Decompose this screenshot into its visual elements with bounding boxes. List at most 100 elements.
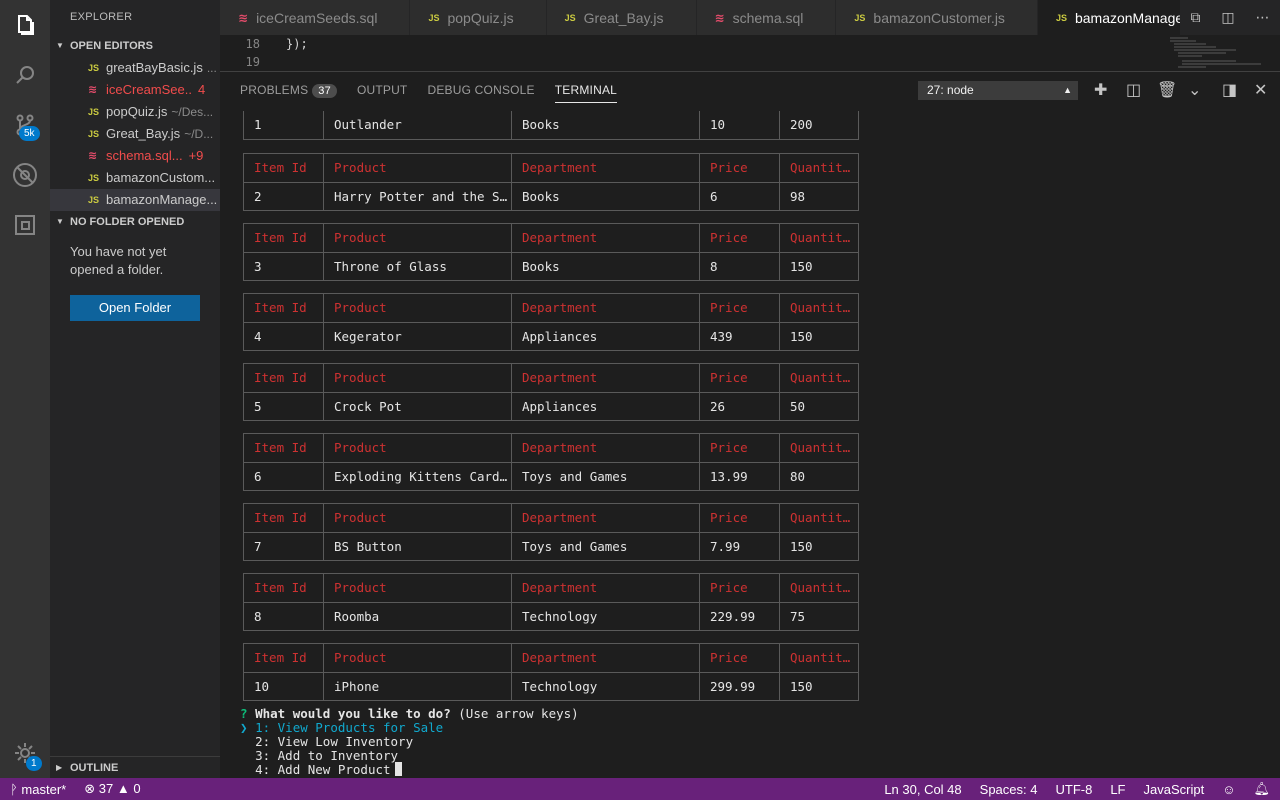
prompt-hint: (Use arrow keys) [458, 706, 579, 721]
table-cell: 5 [244, 393, 324, 421]
menu-option[interactable]: ❯ 1: View Products for Sale [240, 720, 443, 735]
menu-option-label: 1: View Products for Sale [255, 720, 444, 735]
git-branch-icon: ᚹ [10, 781, 22, 797]
open-editor-item[interactable]: ≋ iceCreamSee.. 4 [50, 79, 220, 101]
language-mode[interactable]: JavaScript [1144, 782, 1205, 797]
table-cell: 8 [700, 253, 780, 281]
line-number: 19 [245, 55, 260, 69]
open-editor-name: popQuiz.js [106, 104, 168, 119]
search-icon[interactable] [0, 50, 50, 100]
open-editor-path: ~/D... [184, 127, 214, 141]
table-header-cell: Product [324, 364, 512, 392]
editor-tab[interactable]: ≋ schema.sql [696, 0, 837, 35]
extensions-icon[interactable] [0, 200, 50, 250]
panel-tab[interactable]: OUTPUT [357, 72, 408, 108]
debug-icon[interactable] [0, 150, 50, 200]
open-editors-header[interactable]: ▼ OPEN EDITORS [50, 35, 220, 57]
js-file-icon: JS [428, 12, 440, 23]
product-table: 1 Outlander Books 10 200 [243, 111, 859, 140]
table-cell: 229.99 [700, 603, 780, 631]
table-header-cell: Department [512, 154, 700, 182]
menu-option[interactable]: 2: View Low Inventory [240, 734, 413, 749]
open-changes-icon[interactable]: ⧉ [1190, 9, 1200, 26]
open-editor-item[interactable]: JS greatBayBasic.js... [50, 57, 220, 79]
table-cell: Books [512, 253, 700, 281]
table-header-cell: Item Id [244, 504, 324, 532]
table-header-cell: Quantit… [790, 230, 851, 245]
settings-gear-icon[interactable]: 1 [0, 728, 50, 778]
database-file-icon: ≋ [88, 84, 98, 96]
problems-indicator[interactable]: ⊗ 37 ▲ 0 [84, 781, 140, 797]
table-header-cell: Item Id [244, 644, 324, 672]
code-editor[interactable]: 18 }); 19 [220, 35, 1280, 71]
table-header-cell: Quantit… [790, 510, 851, 525]
table-header-cell: Quantit… [790, 370, 851, 385]
editor-tab[interactable]: JS popQuiz.js [410, 0, 547, 35]
table-cell: 26 [700, 393, 780, 421]
more-actions-icon[interactable]: ⋯ [1256, 9, 1270, 26]
end-of-line[interactable]: LF [1110, 782, 1125, 797]
editor-tabs: ≋ iceCreamSeeds.sql JS popQuiz.js JS Great_Ba… [220, 0, 1280, 35]
pointer-icon: ❯ [240, 720, 248, 735]
outline-header[interactable]: ▶ OUTLINE [50, 756, 220, 778]
open-editor-item[interactable]: JS bamazonCustom... [50, 167, 220, 189]
feedback-smiley-icon[interactable]: ☺ [1222, 782, 1235, 797]
js-file-icon: JS [88, 173, 100, 183]
encoding[interactable]: UTF-8 [1055, 782, 1092, 797]
table-row: 8 Roomba Technology 229.99 75 [244, 602, 858, 631]
product-table: Item Id Product Department Price Quantit… 7 BS… [243, 503, 859, 561]
table-header-cell: Price [700, 294, 780, 322]
table-cell: 439 [700, 323, 780, 351]
product-table: Item Id Product Department Price Quantit… 4 Ke… [243, 293, 859, 351]
table-cell: iPhone [324, 673, 512, 701]
table-cell: 8 [244, 603, 324, 631]
panel-tab[interactable]: TERMINAL [554, 77, 618, 103]
panel-tab[interactable]: DEBUG CONSOLE [427, 72, 534, 108]
notifications-bell-icon[interactable]: 🔔︎ [1253, 781, 1270, 797]
panel-tab[interactable]: PROBLEMS 37 [240, 72, 337, 108]
open-editors-list: JS greatBayBasic.js... ≋ iceCreamSee.. 4 JS po… [50, 57, 220, 211]
table-cell: 50 [790, 399, 806, 414]
cursor-position[interactable]: Ln 30, Col 48 [884, 782, 961, 797]
table-cell: Exploding Kittens Card… [324, 463, 512, 491]
toggle-panel-icon[interactable]: ◨ [1222, 80, 1237, 100]
open-editor-name: greatBayBasic.js [106, 60, 203, 75]
chevron-down-icon[interactable]: ⌄ [1188, 80, 1201, 100]
editor-tab[interactable]: JS bamazonCustomer.js [836, 0, 1038, 35]
table-cell: 150 [790, 679, 813, 694]
warning-icon: ▲ [116, 781, 130, 796]
explorer-icon[interactable] [0, 0, 50, 50]
terminal-select[interactable]: 27: node ▲ [918, 81, 1078, 100]
js-file-icon: JS [88, 63, 100, 73]
no-folder-header[interactable]: ▼ NO FOLDER OPENED [50, 211, 220, 233]
table-cell: 200 [790, 117, 813, 132]
open-editor-item[interactable]: JS popQuiz.js ~/Des... [50, 101, 220, 123]
terminal-output[interactable]: 1 Outlander Books 10 200 Item Id Product Depart… [240, 111, 1260, 779]
open-editor-item[interactable]: JS bamazonManage... [50, 189, 220, 211]
table-row: 4 Kegerator Appliances 439 150 [244, 322, 858, 351]
table-cell: 299.99 [700, 673, 780, 701]
editor-tab[interactable]: JS Great_Bay.js [546, 0, 697, 35]
table-header-cell: Price [700, 644, 780, 672]
new-terminal-icon[interactable]: ✚ [1094, 80, 1107, 100]
kill-terminal-icon[interactable]: 🗑 [1157, 80, 1177, 100]
tab-label: schema.sql [732, 9, 804, 26]
split-terminal-icon[interactable]: ◫ [1126, 80, 1141, 100]
open-editor-item[interactable]: JS Great_Bay.js ~/D... [50, 123, 220, 145]
branch-indicator[interactable]: ᚹ master* [10, 782, 66, 797]
menu-option[interactable]: 4: Add New Product [240, 762, 402, 777]
table-cell: Appliances [512, 323, 700, 351]
source-control-icon[interactable]: 5k [0, 100, 50, 150]
indentation[interactable]: Spaces: 4 [980, 782, 1038, 797]
open-editor-item[interactable]: ≋ schema.sql... +9 [50, 145, 220, 167]
open-folder-button[interactable]: Open Folder [70, 295, 200, 321]
minimap[interactable] [1166, 35, 1266, 71]
menu-option[interactable]: 3: Add to Inventory [240, 748, 398, 763]
split-editor-icon[interactable]: ◫ [1221, 9, 1234, 26]
activity-bar: 5k 1 [0, 0, 50, 778]
open-editor-name: schema.sql... [106, 148, 183, 163]
table-header-cell: Product [324, 644, 512, 672]
close-panel-icon[interactable]: ✕ [1254, 80, 1267, 100]
table-cell: 7 [244, 533, 324, 561]
editor-tab[interactable]: ≋ iceCreamSeeds.sql [220, 0, 411, 35]
